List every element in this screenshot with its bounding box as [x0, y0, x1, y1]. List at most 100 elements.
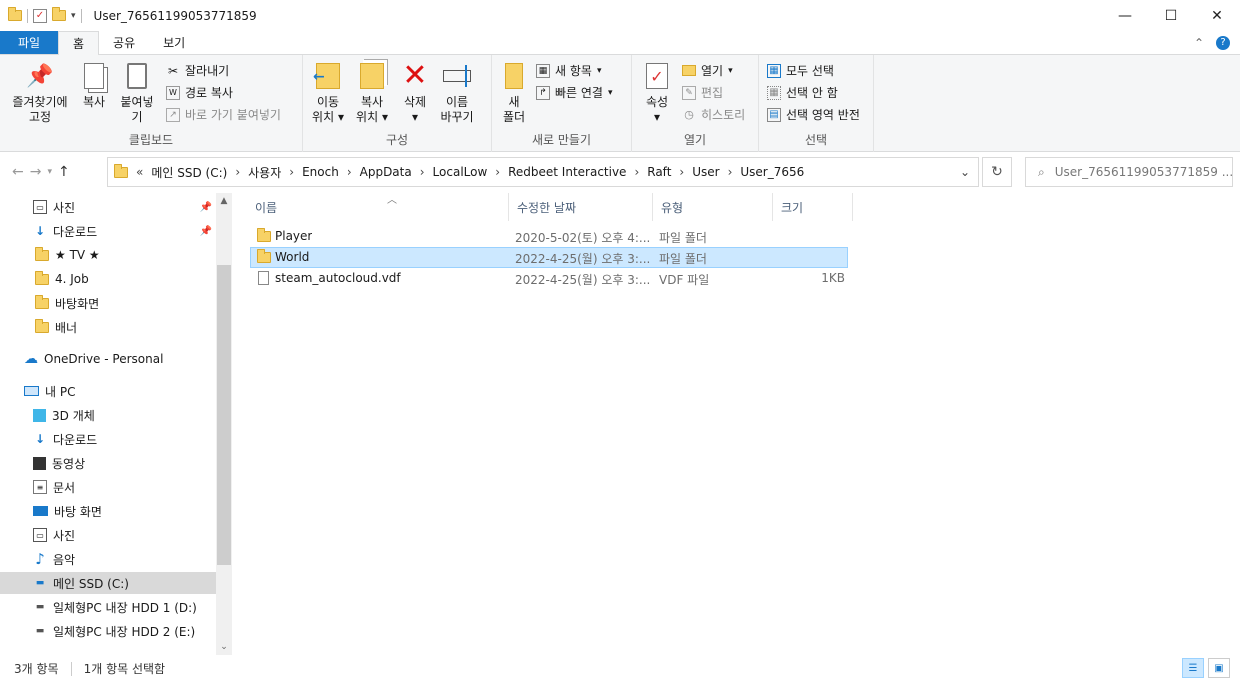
back-arrow-icon[interactable]: ← [12, 164, 24, 180]
breadcrumb-c-drive[interactable]: 메인 SSD (C:) [151, 164, 227, 181]
status-item-count: 3개 항목 [14, 662, 59, 676]
status-bar: 3개 항목 1개 항목 선택함 ☰ ▣ [0, 656, 1240, 681]
nav-item-tv[interactable]: ★ TV ★ [0, 244, 216, 266]
address-bar[interactable]: « 메인 SSD (C:) › 사용자 › Enoch › AppData › … [107, 157, 979, 187]
file-type: 파일 폴더 [659, 252, 707, 266]
table-row[interactable]: Player 2020-5-02(토) 오후 4:... 파일 폴더 [250, 226, 848, 247]
chevron-right-icon[interactable]: › [679, 165, 684, 179]
scrollbar-thumb[interactable] [217, 265, 231, 565]
column-header-date[interactable]: 수정한 날짜 [509, 193, 653, 221]
edit-button[interactable]: ✎ 편집 [682, 83, 745, 102]
recent-locations-icon[interactable]: ▾ [47, 167, 52, 177]
customize-quick-access-icon[interactable]: ▾ [71, 11, 76, 21]
pin-icon[interactable]: 📌 [200, 202, 212, 213]
select-none-button[interactable]: ▦ 선택 안 함 [767, 83, 860, 102]
breadcrumb-locallow[interactable]: LocalLow [433, 165, 488, 179]
minimize-button[interactable]: — [1102, 0, 1148, 31]
invert-selection-button[interactable]: ▤ 선택 영역 반전 [767, 105, 860, 124]
properties-icon[interactable]: ✓ [33, 8, 47, 23]
column-header-size[interactable]: 크기 [773, 193, 853, 221]
select-all-button[interactable]: ▦ 모두 선택 [767, 61, 860, 80]
collapse-ribbon-icon[interactable]: ⌃ [1194, 36, 1204, 50]
nav-item-label: 사진 [53, 528, 76, 543]
file-name: steam_autocloud.vdf [275, 271, 401, 285]
nav-item-onedrive[interactable]: ☁ OneDrive - Personal [0, 348, 216, 370]
nav-item-downloads[interactable]: ↓ 다운로드 📌 [0, 220, 216, 242]
tab-view[interactable]: 보기 [149, 31, 199, 54]
open-button[interactable]: 열기 ▾ [682, 61, 745, 80]
scroll-down-icon[interactable]: ⌄ [216, 639, 232, 655]
nav-item-e-drive[interactable]: ▬ 일체형PC 내장 HDD 2 (E:) [0, 620, 216, 642]
nav-item-music[interactable]: ♪ 음악 [0, 548, 216, 570]
select-group-label: 선택 [804, 133, 828, 147]
folder-icon [35, 246, 49, 261]
properties-icon: ✓ [646, 63, 668, 89]
file-icon [258, 271, 269, 285]
column-type-label: 유형 [661, 200, 684, 215]
nav-item-desktop-folder[interactable]: 바탕화면 [0, 292, 216, 314]
nav-item-documents[interactable]: ≡ 문서 [0, 476, 216, 498]
table-row[interactable]: steam_autocloud.vdf 2022-4-25(월) 오후 3:..… [250, 268, 848, 289]
up-arrow-icon[interactable]: ↑ [58, 164, 70, 180]
cut-button[interactable]: ✂ 잘라내기 [166, 61, 281, 80]
select-none-icon: ▦ [767, 85, 781, 100]
chevron-right-icon[interactable]: › [347, 165, 352, 179]
breadcrumb-user[interactable]: User [692, 165, 719, 179]
nav-item-pc-pictures[interactable]: ▭ 사진 [0, 524, 216, 546]
chevron-right-icon[interactable]: › [634, 165, 639, 179]
history-button[interactable]: ◷ 히스토리 [682, 105, 745, 124]
maximize-button[interactable]: ☐ [1148, 0, 1194, 31]
nav-item-c-drive[interactable]: ▬ 메인 SSD (C:) [0, 572, 216, 594]
tab-share[interactable]: 공유 [99, 31, 149, 54]
large-icons-view-icon: ▣ [1214, 662, 1224, 674]
breadcrumb-redbeet[interactable]: Redbeet Interactive [508, 165, 626, 179]
breadcrumb-appdata[interactable]: AppData [360, 165, 412, 179]
nav-item-this-pc[interactable]: 내 PC [0, 380, 216, 402]
search-box[interactable]: ⌕ User_76561199053771859 ... [1025, 157, 1233, 187]
tab-home[interactable]: 홈 [58, 31, 100, 55]
large-icons-view-button[interactable]: ▣ [1208, 658, 1230, 678]
copy-path-button[interactable]: W 경로 복사 [166, 83, 281, 102]
new-item-button[interactable]: ▦ 새 항목 ▾ [536, 61, 613, 80]
chevron-right-icon[interactable]: › [289, 165, 294, 179]
help-icon[interactable]: ? [1216, 35, 1230, 50]
chevron-right-icon[interactable]: › [728, 165, 733, 179]
breadcrumb-users[interactable]: 사용자 [248, 164, 281, 181]
pin-icon[interactable]: 📌 [200, 226, 212, 237]
scissors-icon: ✂ [167, 63, 179, 78]
column-header-type[interactable]: 유형 [653, 193, 773, 221]
nav-item-job[interactable]: 4. Job [0, 268, 216, 290]
paste-label: 붙여넣기 [120, 95, 154, 124]
breadcrumb-enoch[interactable]: Enoch [302, 165, 339, 179]
paste-shortcut-button[interactable]: ↗ 바로 가기 붙여넣기 [166, 105, 281, 124]
nav-item-pictures[interactable]: ▭ 사진 📌 [0, 196, 216, 218]
nav-item-pc-downloads[interactable]: ↓ 다운로드 [0, 428, 216, 450]
easy-access-button[interactable]: ↱ 빠른 연결 ▾ [536, 83, 613, 102]
table-row[interactable]: World 2022-4-25(월) 오후 3:... 파일 폴더 [250, 247, 848, 268]
scroll-up-icon[interactable]: ▲ [216, 193, 232, 209]
chevron-right-icon[interactable]: › [235, 165, 240, 179]
new-folder-label-2: 폴더 [502, 110, 526, 124]
folder-icon [257, 228, 271, 242]
nav-item-banner[interactable]: 배너 [0, 316, 216, 338]
chevron-right-icon[interactable]: › [420, 165, 425, 179]
nav-item-3d-objects[interactable]: 3D 개체 [0, 404, 216, 426]
details-view-button[interactable]: ☰ [1182, 658, 1204, 678]
close-button[interactable]: ✕ [1194, 0, 1240, 31]
tab-file[interactable]: 파일 [0, 31, 58, 54]
refresh-button[interactable]: ↻ [982, 157, 1012, 187]
forward-arrow-icon[interactable]: → [30, 164, 42, 180]
rename-label-1: 이름 [445, 95, 469, 109]
chevron-right-icon[interactable]: › [495, 165, 500, 179]
breadcrumb-current[interactable]: User_7656 [740, 165, 804, 179]
file-modified: 2022-4-25(월) 오후 3:... [515, 273, 651, 287]
navigation-scrollbar[interactable]: ▲ ⌄ [216, 193, 232, 655]
nav-item-d-drive[interactable]: ▬ 일체형PC 내장 HDD 1 (D:) [0, 596, 216, 618]
overflow-crumbs-icon[interactable]: « [136, 165, 143, 179]
nav-item-pc-desktop[interactable]: 바탕 화면 [0, 500, 216, 522]
nav-item-videos[interactable]: 동영상 [0, 452, 216, 474]
breadcrumb-raft[interactable]: Raft [647, 165, 671, 179]
address-dropdown-icon[interactable]: ⌄ [960, 165, 970, 179]
column-header-name[interactable]: 이름 ︿ [247, 193, 509, 221]
new-folder-icon[interactable] [52, 7, 66, 21]
